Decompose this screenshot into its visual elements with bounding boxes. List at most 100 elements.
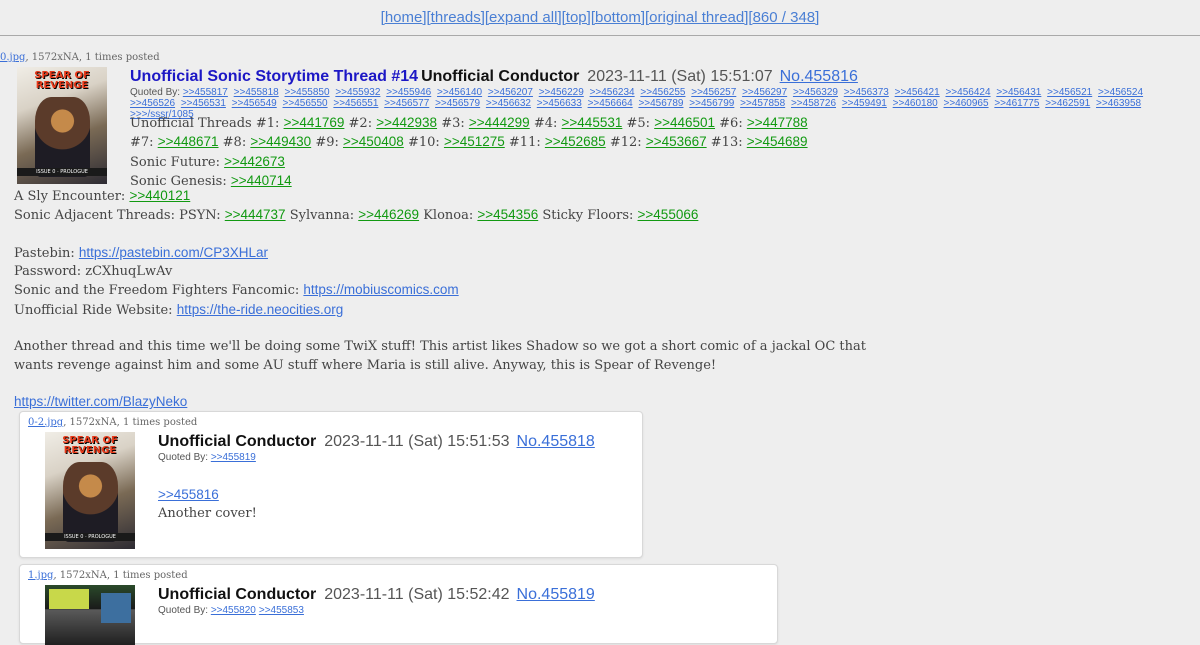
thread-number: #8:	[222, 135, 247, 151]
quoted-by-link[interactable]: >>455946	[386, 87, 431, 98]
quoted-by-link[interactable]: >>456373	[844, 87, 889, 98]
klonoa-link[interactable]: >>454356	[477, 207, 538, 222]
comic-panel	[101, 593, 131, 623]
thread-number: #5:	[626, 116, 651, 131]
thread-link[interactable]: >>441769	[284, 115, 345, 130]
quoted-by-link[interactable]: >>456526	[130, 98, 175, 109]
reply-thumbnail-caption: ISSUE 0 · PROLOGUE	[64, 534, 116, 540]
quoted-by-link[interactable]: >>456550	[283, 98, 328, 109]
quoted-by-link[interactable]: >>456549	[232, 98, 277, 109]
nav-threads-link[interactable]: [threads]	[427, 9, 485, 26]
quoted-by-link[interactable]: >>456664	[588, 98, 633, 109]
quoted-by-link[interactable]: >>462591	[1045, 98, 1090, 109]
op-poster-name: Unofficial Conductor	[421, 68, 580, 85]
thread-link[interactable]: >>452685	[545, 134, 606, 149]
op-paragraph-line-1: Another thread and this time we'll be do…	[14, 339, 866, 355]
thread-link[interactable]: >>453667	[646, 134, 707, 149]
quoted-by-link[interactable]: >>455820	[211, 605, 256, 616]
twitter-link[interactable]: https://twitter.com/BlazyNeko	[14, 394, 187, 409]
quoted-by-link[interactable]: >>459491	[842, 98, 887, 109]
thread-link[interactable]: >>448671	[158, 134, 219, 149]
quoted-by-link[interactable]: >>456424	[945, 87, 990, 98]
ride-link[interactable]: https://the-ride.neocities.org	[177, 302, 344, 317]
quoted-by-link[interactable]: >>456551	[333, 98, 378, 109]
psyn-link[interactable]: >>444737	[225, 207, 286, 222]
op-date: 2023-11-11 (Sat) 15:51:07	[587, 68, 773, 85]
pastebin-link[interactable]: https://pastebin.com/CP3XHLar	[79, 245, 268, 260]
thread-link[interactable]: >>449430	[250, 134, 311, 149]
op-thumbnail[interactable]: SPEAR OF REVENGE ISSUE 0 · PROLOGUE	[17, 67, 107, 184]
thread-link[interactable]: >>444299	[469, 115, 530, 130]
op-thumbnail-bar: ISSUE 0 · PROLOGUE	[17, 168, 107, 176]
quoted-by-link[interactable]: >>456207	[488, 87, 533, 98]
reply-thumbnail[interactable]: SPEAR OF REVENGE ISSUE 0 · PROLOGUE	[45, 432, 135, 549]
quoted-by-link[interactable]: >>463958	[1096, 98, 1141, 109]
op-file-link[interactable]: 0.jpg	[0, 52, 25, 63]
quoted-by-link[interactable]: >>456297	[742, 87, 787, 98]
quoted-by-link[interactable]: >>460180	[893, 98, 938, 109]
quoted-by-label: Quoted By:	[130, 87, 181, 98]
nav-original-thread-link[interactable]: [original thread]	[645, 9, 748, 26]
quoted-by-link[interactable]: >>455819	[211, 452, 256, 463]
quoted-by-link[interactable]: >>456577	[384, 98, 429, 109]
sly-link[interactable]: >>440121	[129, 188, 190, 203]
nav-home-link[interactable]: [home]	[381, 9, 427, 26]
quoted-by-link[interactable]: >>456140	[437, 87, 482, 98]
quoted-by-link[interactable]: >>456521	[1047, 87, 1092, 98]
quoted-by-link[interactable]: >>456632	[486, 98, 531, 109]
thread-link[interactable]: >>445531	[562, 115, 623, 130]
reply-file-link[interactable]: 0-2.jpg	[28, 417, 63, 428]
quoted-by-link[interactable]: >>456234	[590, 87, 635, 98]
quoted-by-link[interactable]: >>456531	[181, 98, 226, 109]
sticky-link[interactable]: >>455066	[638, 207, 699, 222]
quoted-by-link[interactable]: >>456799	[689, 98, 734, 109]
sonic-future-link[interactable]: >>442673	[224, 154, 285, 169]
quoted-by-link[interactable]: >>455850	[285, 87, 330, 98]
quoted-by-link[interactable]: >>456579	[435, 98, 480, 109]
quoted-by-link[interactable]: >>460965	[944, 98, 989, 109]
nav-bottom-link[interactable]: [bottom]	[591, 9, 645, 26]
top-navigation: [home][threads][expand all][top][bottom]…	[0, 0, 1200, 36]
quoted-by-link[interactable]: >>455932	[335, 87, 380, 98]
quoted-by-link[interactable]: >>456421	[895, 87, 940, 98]
thread-link[interactable]: >>442938	[376, 115, 437, 130]
reply-thumbnail[interactable]	[45, 585, 135, 645]
quoted-by-link[interactable]: >>456257	[691, 87, 736, 98]
quoted-by-link[interactable]: >>455817	[183, 87, 228, 98]
reply-quoted-by: Quoted By: >>455820 >>455853	[158, 605, 307, 616]
sonic-genesis-link[interactable]: >>440714	[231, 173, 292, 188]
reply-post-number[interactable]: No.455818	[517, 433, 595, 450]
reply-thumbnail-figure	[63, 462, 118, 542]
quoted-by-link[interactable]: >>457858	[740, 98, 785, 109]
thread-link[interactable]: >>451275	[444, 134, 505, 149]
op-post-number[interactable]: No.455816	[780, 68, 858, 85]
reply-file-link[interactable]: 1.jpg	[28, 570, 53, 581]
reply-quote-link[interactable]: >>455816	[158, 487, 219, 502]
quoted-by-link[interactable]: >>455853	[259, 605, 304, 616]
thread-link[interactable]: >>450408	[343, 134, 404, 149]
quoted-by-link[interactable]: >>456329	[793, 87, 838, 98]
op-thumbnail-caption: ISSUE 0 · PROLOGUE	[36, 169, 88, 175]
reply-post-number[interactable]: No.455819	[517, 586, 595, 603]
nav-post-count-link[interactable]: [860 / 348]	[748, 9, 819, 26]
quoted-by-link[interactable]: >>461775	[994, 98, 1039, 109]
quoted-by-link[interactable]: >>456255	[640, 87, 685, 98]
quoted-by-link[interactable]: >>456229	[539, 87, 584, 98]
reply-file-meta: , 1572xNA, 1 times posted	[53, 570, 188, 581]
fancomic-link[interactable]: https://mobiuscomics.com	[303, 282, 458, 297]
quoted-by-link[interactable]: >>456431	[996, 87, 1041, 98]
quoted-by-link[interactable]: >>456789	[638, 98, 683, 109]
thread-link[interactable]: >>446501	[654, 115, 715, 130]
quoted-by-link[interactable]: >>458726	[791, 98, 836, 109]
quoted-by-link[interactable]: >>455818	[234, 87, 279, 98]
nav-expand-all-link[interactable]: [expand all]	[485, 9, 562, 26]
thread-link[interactable]: >>454689	[747, 134, 808, 149]
thread-link[interactable]: >>447788	[747, 115, 808, 130]
threads-line-1: Unofficial Threads #1: >>441769 #2: >>44…	[130, 114, 808, 133]
quoted-by-link[interactable]: >>456524	[1098, 87, 1143, 98]
thread-number: #10:	[407, 135, 440, 151]
sylvanna-link[interactable]: >>446269	[358, 207, 419, 222]
sylvanna-label: Sylvanna:	[289, 208, 355, 224]
nav-top-link[interactable]: [top]	[562, 9, 591, 26]
quoted-by-link[interactable]: >>456633	[537, 98, 582, 109]
